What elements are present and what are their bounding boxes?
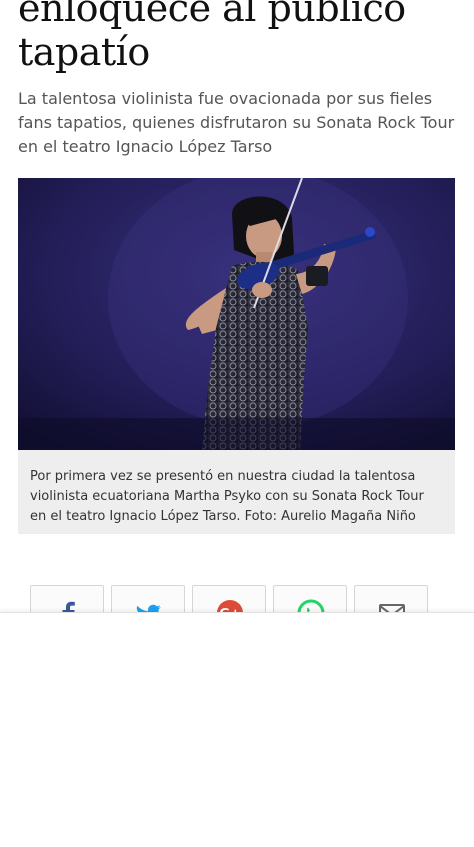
share-email-button[interactable] <box>354 585 428 615</box>
share-whatsapp-button[interactable] <box>273 585 347 615</box>
share-facebook-button[interactable] <box>30 585 104 615</box>
article-headline: enloquece al público tapatío <box>18 0 468 74</box>
article-subhead: La talentosa violinista fue ovacionada p… <box>18 89 455 156</box>
photo-caption: Por primera vez se presentó en nuestra c… <box>30 469 424 524</box>
share-twitter-button[interactable] <box>111 585 185 615</box>
headline-line-1: enloquece al público <box>18 0 406 30</box>
photo-caption-box: Por primera vez se presentó en nuestra c… <box>18 450 455 534</box>
page-fold-overlay <box>0 612 474 847</box>
headline-line-2: tapatío <box>18 30 150 74</box>
share-bar: G+ <box>30 585 430 615</box>
article-photo[interactable] <box>18 178 455 450</box>
share-google-plus-button[interactable]: G+ <box>192 585 266 615</box>
violinist-photo <box>18 178 455 450</box>
